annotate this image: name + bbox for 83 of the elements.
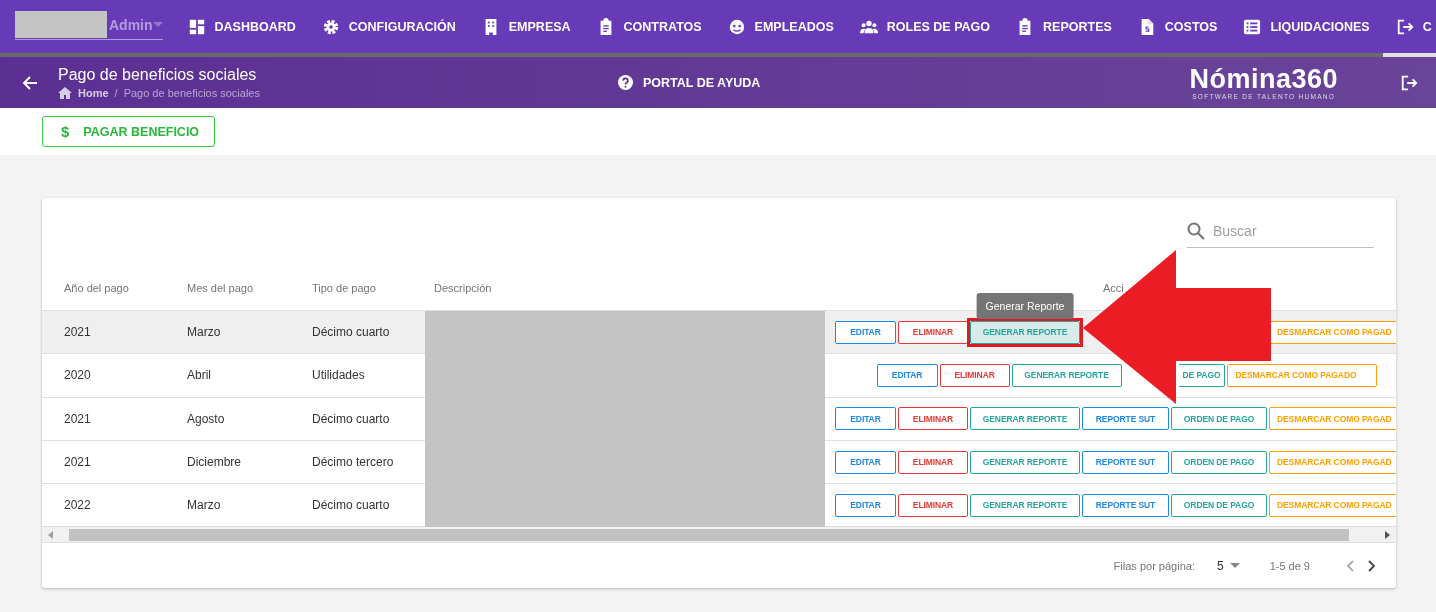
nav-tab[interactable]: REPORTES: [1003, 0, 1125, 57]
nav-tab[interactable]: EMPLEADOS: [714, 0, 847, 57]
table-cell: Agosto: [187, 411, 225, 426]
table-cell: 2021: [64, 455, 91, 470]
search-field[interactable]: Buscar: [1211, 222, 1365, 240]
action-button[interactable]: REPORTE SUT: [1082, 407, 1169, 431]
table-cell: Utilidades: [312, 368, 365, 383]
action-button[interactable]: DESMARCAR COMO PAGAD: [1269, 320, 1396, 344]
nav-tab[interactable]: DASHBOARD: [174, 0, 309, 57]
page-title: Pago de beneficios sociales: [58, 66, 258, 84]
action-button[interactable]: DESMARCAR COMO PAGADO: [1227, 363, 1378, 387]
action-button[interactable]: ELIMINAR: [898, 450, 968, 474]
nav-tab[interactable]: CONTRATOS: [583, 0, 715, 57]
action-button[interactable]: DE PAGO: [1178, 363, 1226, 387]
column-header: Acci: [1103, 281, 1124, 294]
action-button[interactable]: ELIMINAR: [939, 363, 1010, 387]
action-button[interactable]: GENERAR REPORTE: [970, 493, 1080, 517]
nav-tab[interactable]: CONFIGURACIÓN: [308, 0, 469, 57]
action-button[interactable]: DESMARCAR COMO PAGAD: [1269, 450, 1396, 474]
table-cell: Décimo cuarto: [312, 498, 390, 513]
user-role[interactable]: Admin: [109, 16, 153, 33]
home-icon[interactable]: [58, 87, 72, 99]
action-button[interactable]: DESMARCAR COMO PAGAD: [1269, 493, 1396, 517]
brand-name: Nómina360: [1189, 65, 1338, 93]
action-button[interactable]: ORDEN DE PAGO: [1171, 450, 1267, 474]
action-button[interactable]: EDITAR: [835, 493, 896, 517]
table-cell: Décimo cuarto: [312, 411, 390, 426]
help-icon[interactable]: [618, 75, 633, 90]
column-header: Mes del pago: [187, 281, 254, 294]
list-icon: [1243, 17, 1262, 36]
rows-per-page-select[interactable]: 5: [1216, 558, 1240, 573]
nav-tab[interactable]: ROLES DE PAGO: [846, 0, 1004, 57]
breadcrumb-separator: /: [114, 87, 118, 99]
column-header: Año del pago: [64, 281, 129, 294]
column-header: Tipo de pago: [312, 281, 376, 294]
logout-icon[interactable]: [1400, 73, 1418, 92]
action-button[interactable]: EDITAR: [876, 363, 938, 387]
nav-tab[interactable]: LIQUIDACIONES: [1230, 0, 1383, 57]
horizontal-scrollbar[interactable]: [42, 527, 1396, 543]
action-button[interactable]: EDITAR: [835, 320, 896, 344]
table-cell: Marzo: [187, 498, 221, 513]
dropdown-caret-icon: [1229, 563, 1240, 569]
table-cell: Diciembre: [187, 455, 241, 470]
search-icon: [1187, 222, 1205, 240]
action-button[interactable]: GENERAR REPORTE: [970, 450, 1080, 474]
action-button[interactable]: ORDEN DE PAGO: [1171, 407, 1267, 431]
table-cell: Marzo: [187, 325, 221, 340]
action-button[interactable]: DESMARCAR COMO PAGAD: [1269, 407, 1396, 431]
table-cell: 2021: [64, 411, 91, 426]
table-cell: Abril: [187, 368, 211, 383]
action-button[interactable]: EDITAR: [835, 407, 896, 431]
nav-tab[interactable]: COSTOS: [1124, 0, 1231, 57]
next-page-icon[interactable]: [1368, 559, 1376, 572]
dashboard-icon: [187, 17, 206, 36]
gear-icon: [321, 17, 340, 36]
action-button[interactable]: ELIMINAR: [898, 493, 968, 517]
rows-per-page-label: Filas por página:: [1113, 559, 1195, 572]
column-header: Descripción: [434, 281, 492, 294]
pay-benefit-button[interactable]: $ PAGAR BENEFICIO: [42, 116, 216, 147]
table-cell: Décimo tercero: [312, 455, 394, 470]
action-button[interactable]: GENERAR REPORTE: [1011, 363, 1122, 387]
scroll-right-icon[interactable]: [1385, 531, 1390, 539]
page-range: 1-5 de 9: [1269, 559, 1310, 572]
action-button[interactable]: ELIMINAR: [898, 320, 968, 344]
face-icon: [727, 17, 746, 36]
nav-tab[interactable]: EMPRESA: [468, 0, 584, 57]
table-cell: Décimo cuarto: [312, 325, 390, 340]
help-portal-link[interactable]: PORTAL DE AYUDA: [643, 75, 761, 90]
action-button[interactable]: REPORTE SUT: [1082, 450, 1169, 474]
logout-icon: [1395, 17, 1414, 36]
table-cell: 2021: [64, 325, 91, 340]
breadcrumb-link[interactable]: Home: [78, 87, 109, 99]
action-button[interactable]: GENERAR REPORTE: [970, 407, 1080, 431]
back-arrow-icon[interactable]: [22, 74, 38, 91]
action-button[interactable]: GENERAR REPORTE: [970, 320, 1080, 344]
breadcrumb-current: Pago de beneficios sociales: [123, 87, 260, 99]
tooltip: Generar Reporte: [976, 292, 1074, 319]
action-button[interactable]: ELIMINAR: [898, 407, 968, 431]
action-button[interactable]: REPORTE SUT: [1082, 493, 1169, 517]
table-cell: 2022: [64, 498, 91, 513]
action-button[interactable]: ORDEN DE PAGO: [1171, 493, 1267, 517]
table-cell: 2020: [64, 368, 91, 383]
action-button[interactable]: EDITAR: [835, 450, 896, 474]
